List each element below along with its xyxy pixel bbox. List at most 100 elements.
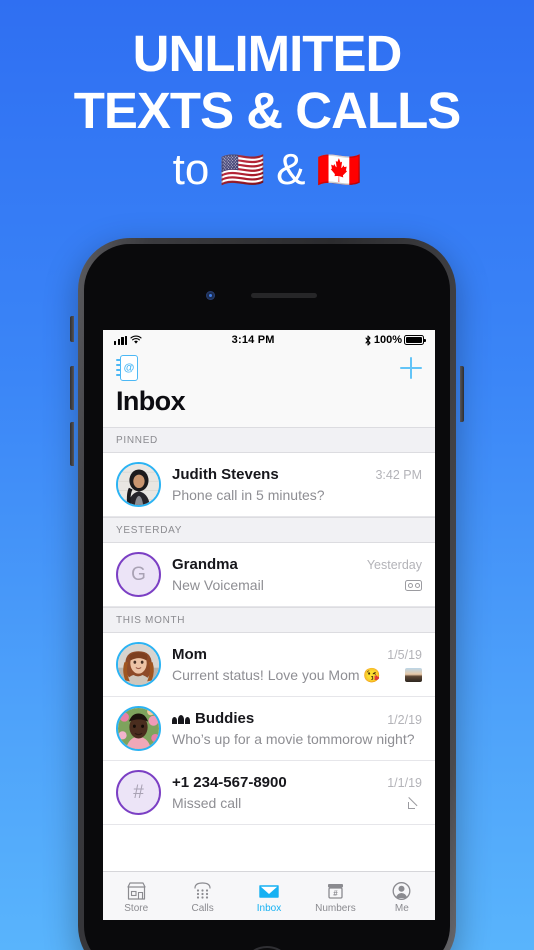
status-bar-right: 100% [364, 334, 426, 346]
tab-store[interactable]: Store [103, 879, 169, 914]
row-preview: New Voicemail [172, 577, 422, 593]
navigation-bar: @ Inbox [103, 350, 435, 427]
timestamp: 1/2/19 [387, 713, 422, 728]
message-preview: Current status! Love you Mom 😘 [172, 666, 381, 683]
conversation-row-buddies[interactable]: Buddies 1/2/19 Who’s up for a movie tomm… [103, 697, 435, 761]
phone-bezel: 3:14 PM 100% @ Inbox PINNED Judith Steve… [84, 244, 450, 950]
timestamp: Yesterday [366, 558, 422, 572]
tab-label: Me [394, 902, 409, 914]
earpiece-speaker [251, 293, 317, 298]
conversation-row-mom[interactable]: Mom 1/5/19 Current status! Love you Mom … [103, 633, 435, 697]
row-header: Buddies 1/2/19 [172, 710, 422, 728]
avatar-photo-judith [118, 464, 159, 505]
app-screen: 3:14 PM 100% @ Inbox PINNED Judith Steve… [103, 330, 435, 920]
front-camera-icon [206, 291, 215, 300]
tab-inbox[interactable]: Inbox [236, 879, 302, 914]
power-button[interactable] [460, 366, 464, 422]
conversation-row-grandma[interactable]: G Grandma Yesterday New Voicemail [103, 543, 435, 607]
section-header-this-month: THIS MONTH [103, 607, 435, 633]
tab-label: Inbox [256, 902, 282, 914]
conversation-row-judith-stevens[interactable]: Judith Stevens 3:42 PM Phone call in 5 m… [103, 453, 435, 517]
tab-label: Calls [191, 902, 214, 914]
row-accessory [408, 796, 422, 810]
wifi-icon [130, 335, 143, 344]
contact-name: +1 234-567-8900 [172, 774, 287, 791]
tab-me[interactable]: Me [369, 879, 435, 914]
group-people-icon [172, 712, 190, 725]
address-book-icon[interactable]: @ [116, 355, 138, 381]
phone-device-mockup: 3:14 PM 100% @ Inbox PINNED Judith Steve… [70, 238, 464, 950]
contact-name: Mom [172, 645, 207, 663]
avatar-photo-buddies [118, 708, 159, 749]
volume-down-button[interactable] [70, 422, 74, 466]
promo-line-2: TEXTS & CALLS [73, 82, 462, 139]
bluetooth-icon [365, 334, 371, 346]
compose-new-message-button[interactable] [400, 357, 422, 379]
contact-name: Judith Stevens [172, 466, 279, 483]
avatar-photo-mom [118, 644, 159, 685]
message-preview: New Voicemail [172, 577, 264, 593]
battery-full-icon [404, 335, 426, 345]
rotary-phone-icon [192, 879, 213, 901]
avatar: G [116, 552, 161, 597]
contact-name-text: Buddies [195, 709, 255, 727]
timestamp: 3:42 PM [375, 468, 422, 482]
timestamp: 1/1/19 [387, 776, 422, 790]
home-button[interactable] [241, 946, 293, 950]
promo-line-3-ampersand: & [276, 145, 306, 194]
section-header-yesterday: YESTERDAY [103, 517, 435, 543]
row-content: +1 234-567-8900 1/1/19 Missed call [172, 774, 422, 811]
conversation-list[interactable]: PINNED Judith Stevens 3:42 PM Phone call… [103, 427, 435, 871]
contact-name: Grandma [172, 556, 238, 573]
missed-call-arrow-icon [408, 796, 422, 810]
navigation-buttons-row: @ [116, 350, 422, 386]
row-preview: Current status! Love you Mom 😘 [172, 667, 422, 684]
voicemail-icon [405, 579, 422, 591]
row-content: Mom 1/5/19 Current status! Love you Mom … [172, 646, 422, 684]
row-header: Judith Stevens 3:42 PM [172, 466, 422, 483]
volume-up-button[interactable] [70, 366, 74, 410]
page-title: Inbox [116, 386, 186, 416]
tab-label: Numbers [315, 902, 356, 914]
tab-calls[interactable]: Calls [169, 879, 235, 914]
avatar [116, 706, 161, 751]
row-header: +1 234-567-8900 1/1/19 [172, 774, 422, 791]
promo-line-1: UNLIMITED [132, 25, 403, 82]
message-preview: Phone call in 5 minutes? [172, 487, 325, 503]
number-card-icon: # [325, 879, 346, 901]
mute-switch[interactable] [70, 316, 74, 342]
tab-numbers[interactable]: # Numbers [302, 879, 368, 914]
page-title-row: Inbox [116, 386, 422, 427]
tab-bar: Store Calls Inbox # Numbers Me [103, 871, 435, 920]
row-content: Buddies 1/2/19 Who’s up for a movie tomm… [172, 710, 422, 747]
row-accessory [405, 579, 422, 591]
row-preview: Missed call [172, 795, 422, 811]
row-content: Grandma Yesterday New Voicemail [172, 556, 422, 593]
canada-flag-icon: 🇨🇦 [316, 149, 362, 190]
avatar-initial: G [131, 563, 146, 585]
promo-line-3-prefix: to [172, 145, 210, 194]
avatar-initial: # [133, 781, 144, 803]
message-preview: Who’s up for a movie tommorow night? [172, 731, 415, 748]
tab-label: Store [124, 902, 149, 914]
avatar: # [116, 770, 161, 815]
contact-name: Buddies [172, 710, 254, 727]
address-book-at-glyph: @ [120, 355, 138, 381]
storefront-icon [126, 879, 147, 901]
row-header: Mom 1/5/19 [172, 646, 422, 663]
avatar [116, 462, 161, 507]
conversation-row-unknown-number[interactable]: # +1 234-567-8900 1/1/19 Missed call [103, 761, 435, 825]
promo-line-3: to 🇺🇸 & 🇨🇦 [0, 140, 534, 200]
message-preview: Missed call [172, 795, 242, 811]
row-header: Grandma Yesterday [172, 556, 422, 573]
signal-bars-icon [114, 335, 128, 345]
row-preview: Who’s up for a movie tommorow night? [172, 731, 422, 747]
promo-headline: UNLIMITED TEXTS & CALLS to 🇺🇸 & 🇨🇦 [0, 26, 534, 200]
inbox-tray-icon [258, 879, 280, 901]
photo-thumbnail [405, 668, 422, 682]
timestamp: 1/5/19 [387, 647, 422, 662]
battery-percent-label: 100% [373, 334, 402, 346]
svg-text:#: # [333, 889, 338, 898]
status-bar-time: 3:14 PM [231, 334, 275, 346]
row-content: Judith Stevens 3:42 PM Phone call in 5 m… [172, 466, 422, 503]
